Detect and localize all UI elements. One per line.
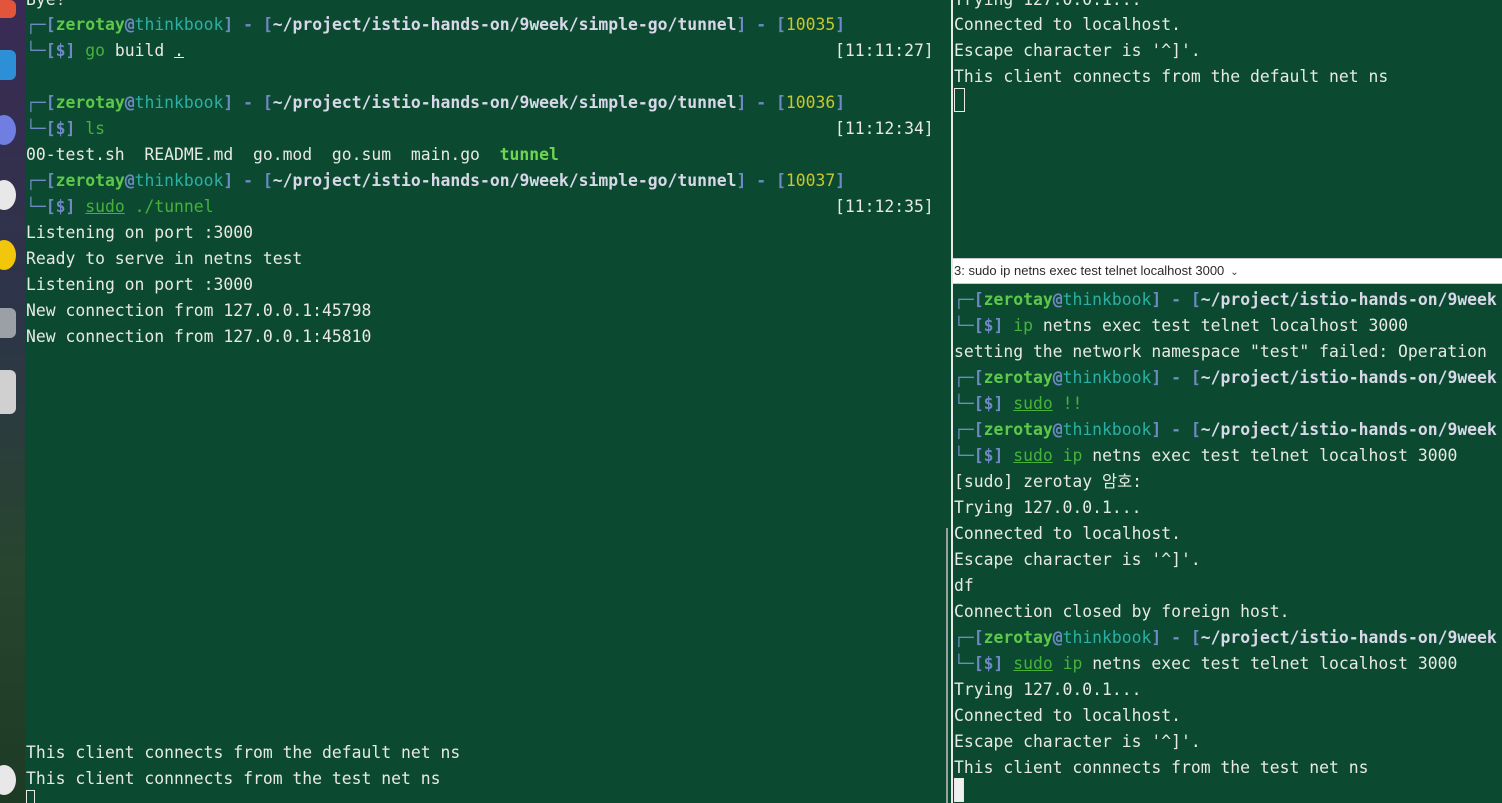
timestamp: [11:11:27] (835, 41, 934, 60)
chevron-down-icon[interactable]: ⌄ (1230, 261, 1238, 285)
command-line: └─[$] sudo ip netns exec test telnet loc… (954, 654, 1458, 673)
terminal-line: Escape character is '^]'. (954, 732, 1201, 751)
terminal-line: Connection closed by foreign host. (954, 602, 1290, 621)
terminal-line: Trying 127.0.0.1... (954, 680, 1142, 699)
settings-icon[interactable] (0, 308, 16, 338)
command-line: └─[$] sudo !! (954, 394, 1083, 413)
terminal-pane-right-top[interactable]: Trying 127.0.0.1... Connected to localho… (953, 0, 1502, 258)
vscode-icon[interactable] (0, 50, 16, 80)
discord-icon[interactable] (0, 115, 16, 145)
timestamp: [11:12:35] (835, 197, 934, 216)
terminal-line: Connected to localhost. (954, 706, 1181, 725)
command-line: └─[$] go build . (26, 41, 184, 60)
terminal-cursor (26, 790, 35, 803)
terminal-line: Listening on port :3000 (26, 275, 253, 294)
scrollbar[interactable] (946, 528, 948, 803)
terminal-line: 00-test.sh README.md go.mod go.sum main.… (26, 145, 559, 164)
prompt-line: ┌─[zerotay@thinkbook] - [~/project/istio… (26, 15, 846, 34)
prompt-line: ┌─[zerotay@thinkbook] - [~/project/istio… (954, 420, 1497, 439)
terminal-line: This client connects from the default ne… (26, 743, 461, 762)
prompt-line: ┌─[zerotay@thinkbook] - [~/project/istio… (26, 93, 846, 112)
terminal-line: [sudo] zerotay 암호: (954, 472, 1143, 491)
cursor-line (954, 778, 964, 803)
terminal-line: Listening on port :3000 (26, 223, 253, 242)
kakaotalk-icon[interactable] (0, 240, 16, 270)
terminal-line: Connected to localhost. (954, 15, 1181, 34)
prompt-line: ┌─[zerotay@thinkbook] - [~/project/istio… (954, 628, 1497, 647)
terminal-line: Escape character is '^]'. (954, 550, 1201, 569)
terminal-pane-right-bottom[interactable]: ┌─[zerotay@thinkbook] - [~/project/istio… (953, 284, 1502, 803)
terminal-line: Trying 127.0.0.1... (954, 498, 1142, 517)
pane-title: 3: sudo ip netns exec test telnet localh… (954, 263, 1225, 278)
terminal-cursor (954, 778, 964, 802)
app-icon-1[interactable] (0, 0, 16, 18)
cursor-line (26, 788, 35, 803)
terminal-line: This client connnects from the test net … (954, 758, 1369, 777)
cursor-line (954, 88, 965, 114)
slack-icon[interactable] (0, 180, 16, 210)
command-line: └─[$] sudo ip netns exec test telnet loc… (954, 446, 1458, 465)
terminal-line: df (954, 576, 974, 595)
files-icon[interactable] (0, 370, 16, 414)
terminal-line: New connection from 127.0.0.1:45810 (26, 327, 372, 346)
command-line: └─[$] ls (26, 119, 105, 138)
command-line: └─[$] ip netns exec test telnet localhos… (954, 316, 1408, 335)
terminal-line: This client connnects from the test net … (26, 769, 441, 788)
terminal-line: Ready to serve in netns test (26, 249, 303, 268)
pane-title-bar[interactable]: 3: sudo ip netns exec test telnet localh… (953, 258, 1502, 284)
command-line: └─[$] sudo ./tunnel (26, 197, 214, 216)
terminal-line: setting the network namespace "test" fai… (954, 342, 1487, 361)
prompt-line: ┌─[zerotay@thinkbook] - [~/project/istio… (954, 368, 1497, 387)
prompt-line: ┌─[zerotay@thinkbook] - [~/project/istio… (954, 290, 1497, 309)
prompt-line: ┌─[zerotay@thinkbook] - [~/project/istio… (26, 171, 846, 190)
app-dock (0, 0, 25, 803)
ubuntu-icon[interactable] (0, 765, 16, 795)
terminal-pane-left[interactable]: Bye! ┌─[zerotay@thinkbook] - [~/project/… (25, 0, 951, 803)
timestamp: [11:12:34] (835, 119, 934, 138)
terminal-line: Escape character is '^]'. (954, 41, 1201, 60)
terminal-line: This client connects from the default ne… (954, 67, 1389, 86)
terminal-line: Connected to localhost. (954, 524, 1181, 543)
terminal-line: New connection from 127.0.0.1:45798 (26, 301, 372, 320)
terminal-cursor (954, 88, 965, 112)
